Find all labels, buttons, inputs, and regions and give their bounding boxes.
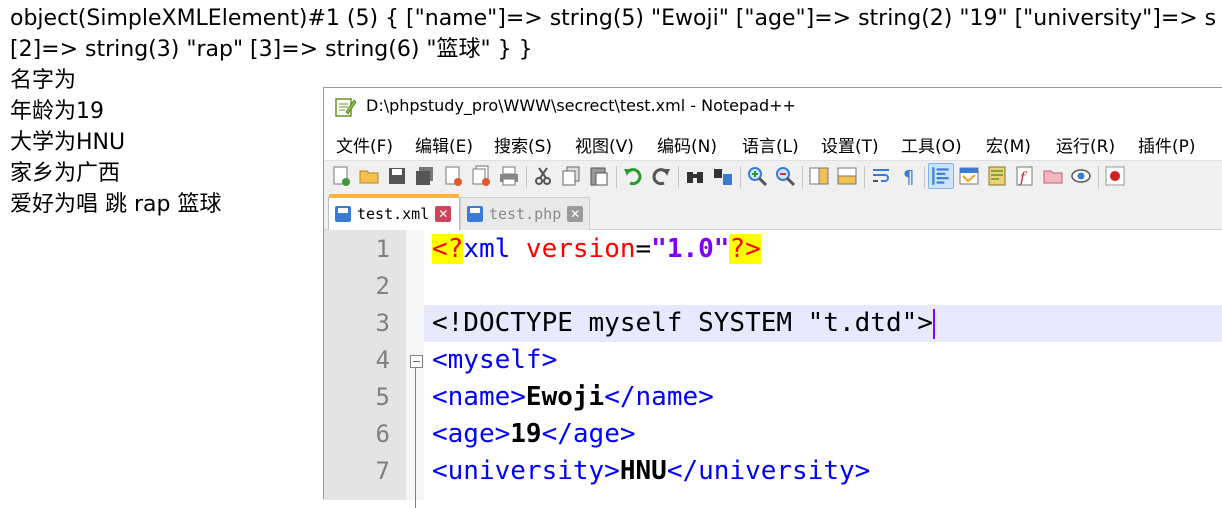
menu-run[interactable]: 运行(R) [1056,132,1115,157]
line-number-gutter: 1 2 3 4 5 6 7 [324,230,406,500]
paste-icon[interactable] [588,165,610,187]
line-number: 3 [375,309,390,337]
code-line-7: <university>HNU</university> [432,456,871,486]
save-all-icon[interactable] [414,165,436,187]
sync-vertical-scroll-icon[interactable] [808,165,830,187]
menu-plugins[interactable]: 插件(P) [1138,132,1196,157]
line-number: 7 [375,457,390,485]
svg-text:¶: ¶ [903,167,914,187]
menu-encoding[interactable]: 编码(N) [657,132,717,157]
line-number: 6 [375,420,390,448]
code-line-3: <!DOCTYPE myself SYSTEM "t.dtd"> [432,308,935,339]
undo-icon[interactable] [622,165,644,187]
document-map-icon[interactable] [986,165,1008,187]
function-list-icon[interactable]: f [1014,165,1036,187]
show-all-characters-icon[interactable]: ¶ [898,165,920,187]
code-line-1: <?xml version="1.0"?> [432,234,761,264]
tab-label: test.xml [357,205,430,223]
redo-icon[interactable] [650,165,672,187]
print-icon[interactable] [498,165,520,187]
new-file-icon[interactable] [330,165,352,187]
monitoring-icon[interactable] [1070,165,1092,187]
var-dump-line-1: object(SimpleXMLElement)#1 (5) { ["name"… [10,6,1217,31]
line-number: 5 [375,383,390,411]
output-hometown-line: 家乡为广西 [10,161,121,186]
code-editor[interactable]: 1 2 3 4 5 6 7 − <?xml version="1.0"?> <!… [324,230,1222,508]
zoom-out-icon[interactable] [774,165,796,187]
output-age-line: 年龄为19 [10,99,104,124]
toolbar-separator [1098,166,1099,188]
tab-test-php[interactable]: test.php ✕ [460,197,590,230]
code-line-5: <name>Ewoji</name> [432,382,714,412]
code-line-4: <myself> [432,345,558,375]
toolbar-separator [924,166,925,188]
close-file-icon[interactable] [442,165,464,187]
record-macro-icon[interactable] [1104,165,1126,187]
output-hobbies-line: 爱好为唱 跳 rap 篮球 [10,192,222,217]
menu-edit[interactable]: 编辑(E) [415,132,473,157]
fold-toggle-icon[interactable]: − [410,355,423,368]
close-tab-icon[interactable]: ✕ [435,206,452,222]
toolbar-separator [678,166,679,188]
close-tab-icon[interactable]: ✕ [567,206,584,222]
folder-as-workspace-icon[interactable] [1042,165,1064,187]
tab-bar: test.xml ✕ test.php ✕ [324,193,1222,230]
notepad-plus-plus-icon [335,98,356,117]
copy-icon[interactable] [560,165,582,187]
menu-settings[interactable]: 设置(T) [821,132,879,157]
var-dump-line-2: [2]=> string(3) "rap" [3]=> string(6) "篮… [10,37,533,62]
toolbar-separator [802,166,803,188]
sync-horizontal-scroll-icon[interactable] [836,165,858,187]
tab-test-xml[interactable]: test.xml ✕ [328,194,460,230]
window-title: D:\phpstudy_pro\WWW\secrect\test.xml - N… [366,96,796,115]
toolbar: ¶ f [324,160,1222,193]
fold-guide [415,368,416,508]
toolbar-separator [864,166,865,188]
toolbar-separator [526,166,527,188]
line-number: 1 [375,235,390,263]
output-university-line: 大学为HNU [10,130,126,155]
cut-icon[interactable] [532,165,554,187]
menu-view[interactable]: 视图(V) [575,132,634,157]
menu-macro[interactable]: 宏(M) [986,132,1031,157]
udl-icon[interactable] [958,165,980,187]
menu-file[interactable]: 文件(F) [336,132,393,157]
notepad-plus-plus-window: D:\phpstudy_pro\WWW\secrect\test.xml - N… [323,87,1222,508]
replace-icon[interactable] [712,165,734,187]
save-icon[interactable] [386,165,408,187]
zoom-in-icon[interactable] [746,165,768,187]
toolbar-separator [616,166,617,188]
title-bar[interactable]: D:\phpstudy_pro\WWW\secrect\test.xml - N… [324,88,1222,126]
word-wrap-icon[interactable] [870,165,892,187]
text-cursor [932,308,935,339]
menu-tools[interactable]: 工具(O) [901,132,962,157]
line-number: 2 [375,272,390,300]
indent-guide-icon[interactable] [928,163,954,189]
code-line-6: <age>19</age> [432,419,636,449]
close-all-icon[interactable] [470,165,492,187]
tab-label: test.php [489,205,562,223]
output-name-line: 名字为 [10,68,77,93]
menu-search[interactable]: 搜索(S) [494,132,552,157]
saved-file-icon [335,206,351,222]
open-file-icon[interactable] [358,165,380,187]
toolbar-separator [740,166,741,188]
menu-language[interactable]: 语言(L) [742,132,799,157]
line-number: 4 [375,346,390,374]
menu-bar: 文件(F) 编辑(E) 搜索(S) 视图(V) 编码(N) 语言(L) 设置(T… [324,126,1222,160]
find-icon[interactable] [684,165,706,187]
saved-file-icon [467,206,483,222]
